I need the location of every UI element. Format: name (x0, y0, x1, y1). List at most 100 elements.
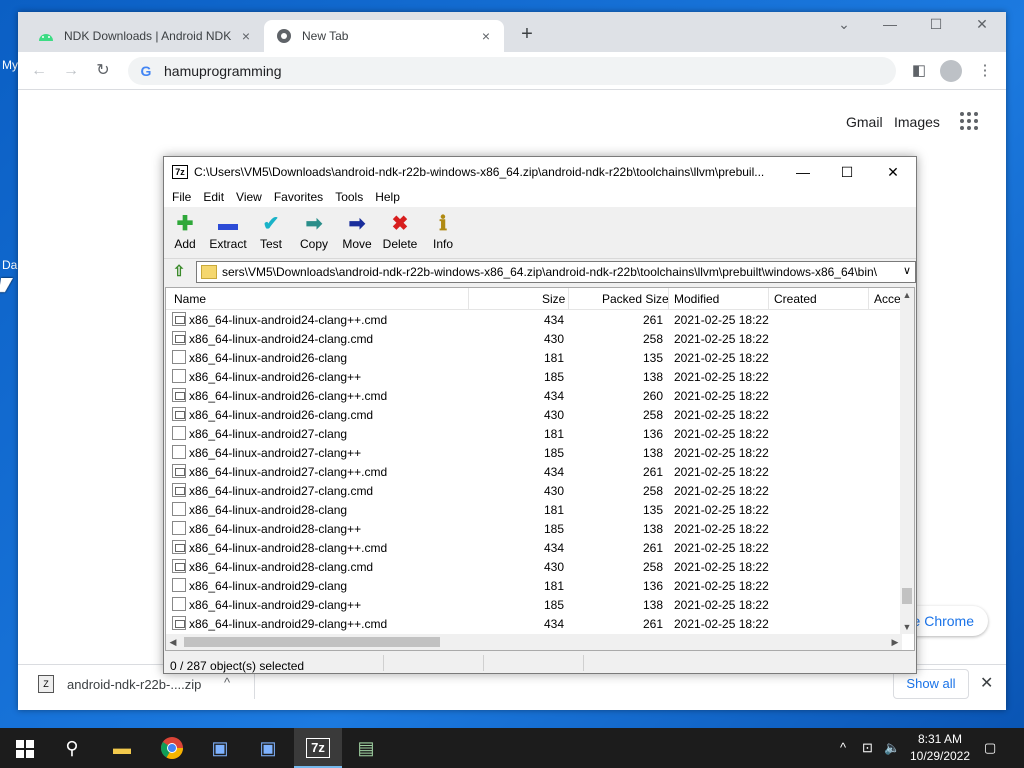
side-panel-icon[interactable]: ◧ (908, 60, 930, 82)
table-row[interactable]: x86_64-linux-android27-clang 181 136 2021-0… (166, 424, 902, 443)
file-name: x86_64-linux-android29-clang++ (189, 598, 362, 612)
table-row[interactable]: x86_64-linux-android29-clang++ 185 138 2021… (166, 595, 902, 614)
button-label: Copy (299, 237, 328, 251)
file-modified: 2021-02-25 18:22 (674, 522, 769, 536)
new-tab-button[interactable]: + (516, 24, 538, 46)
clock-date: 10/29/2022 (909, 749, 971, 763)
scrollbar-thumb[interactable] (902, 588, 912, 604)
address-bar[interactable]: G hamuprogramming (128, 57, 896, 85)
minimize-button[interactable]: — (780, 161, 826, 183)
close-window-button[interactable]: ✕ (960, 16, 1004, 38)
table-row[interactable]: x86_64-linux-android26-clang 181 135 2021-0… (166, 348, 902, 367)
close-tab-icon[interactable]: × (478, 28, 494, 44)
chevron-down-icon[interactable]: ∨ (903, 264, 911, 277)
sevenzip-icon[interactable]: 7z (294, 728, 342, 768)
sevenzip-title-bar: 7z C:\Users\VM5\Downloads\android-ndk-r2… (164, 157, 916, 187)
menu-tools[interactable]: Tools (329, 187, 369, 207)
table-row[interactable]: x86_64-linux-android28-clang++.cmd 434 261… (166, 538, 902, 557)
table-row[interactable]: x86_64-linux-android26-clang.cmd 430 258 20… (166, 405, 902, 424)
tab-new-tab[interactable]: New Tab × (264, 20, 504, 52)
reload-icon[interactable]: ↻ (92, 60, 114, 82)
add-button[interactable]: ✚ Add (164, 213, 206, 257)
file-name: x86_64-linux-android26-clang.cmd (189, 408, 374, 422)
tab-ndk-downloads[interactable]: NDK Downloads | Android NDK × (26, 20, 264, 52)
maximize-button[interactable]: ☐ (824, 161, 870, 183)
column-size[interactable]: Size (542, 292, 565, 306)
search-icon[interactable]: ⚲ (48, 728, 96, 768)
column-accessed[interactable]: Acce (874, 292, 901, 306)
profile-avatar-icon[interactable] (940, 60, 962, 82)
gmail-link[interactable]: Gmail (846, 114, 883, 130)
network-icon[interactable]: ⊡ (862, 740, 873, 756)
vertical-scrollbar[interactable]: ▲ ▼ (900, 288, 914, 634)
copy-button[interactable]: ➡ Copy (293, 213, 335, 257)
menu-view[interactable]: View (230, 187, 268, 207)
more-menu-icon[interactable]: ⋮ (974, 60, 996, 82)
file-size: 181 (543, 351, 564, 365)
column-packed-size[interactable]: Packed Size (602, 292, 669, 306)
scroll-right-arrow-icon[interactable]: ▶ (888, 634, 902, 650)
scrollbar-thumb[interactable] (184, 637, 440, 647)
scroll-left-arrow-icon[interactable]: ◀ (166, 634, 180, 650)
chrome-icon[interactable] (148, 728, 196, 768)
download-file-name[interactable]: android-ndk-r22b-....zip (67, 677, 201, 692)
chevron-up-icon[interactable]: ^ (840, 740, 846, 755)
move-button[interactable]: ➡ Move (336, 213, 378, 257)
tab-search-icon[interactable]: ⌄ (822, 16, 866, 38)
table-row[interactable]: x86_64-linux-android28-clang 181 135 2021-0… (166, 500, 902, 519)
horizontal-scrollbar[interactable]: ◀ ▶ (166, 634, 902, 650)
table-row[interactable]: x86_64-linux-android28-clang.cmd 430 258 20… (166, 557, 902, 576)
close-tab-icon[interactable]: × (238, 28, 254, 44)
test-button[interactable]: ✔ Test (250, 213, 292, 257)
file-packed-size: 260 (642, 389, 663, 403)
info-button[interactable]: ℹ Info (422, 213, 464, 257)
menu-file[interactable]: File (166, 187, 197, 207)
maximize-button[interactable]: ☐ (914, 16, 958, 38)
network-app-icon[interactable]: ▣ (196, 728, 244, 768)
table-row[interactable]: x86_64-linux-android26-clang++.cmd 434 260… (166, 386, 902, 405)
column-modified[interactable]: Modified (674, 292, 719, 306)
menu-help[interactable]: Help (369, 187, 406, 207)
table-row[interactable]: x86_64-linux-android28-clang++ 185 138 2021… (166, 519, 902, 538)
folder-up-icon[interactable]: ⇧ (170, 263, 188, 281)
app-window-icon[interactable]: ▤ (342, 728, 390, 768)
extract-button[interactable]: ▬ Extract (207, 213, 249, 257)
table-row[interactable]: x86_64-linux-android24-clang++.cmd 434 261… (166, 310, 902, 329)
notification-icon[interactable]: ▢ (984, 740, 996, 756)
delete-button[interactable]: ✖ Delete (379, 213, 421, 257)
desktop-label[interactable]: My (2, 58, 18, 72)
extract-icon: ▬ (218, 213, 238, 235)
column-name[interactable]: Name (174, 292, 206, 306)
volume-icon[interactable]: 🔈 (884, 740, 900, 756)
file-modified: 2021-02-25 18:22 (674, 427, 769, 441)
table-row[interactable]: x86_64-linux-android24-clang.cmd 430 258 20… (166, 329, 902, 348)
forward-arrow-icon[interactable]: → (60, 60, 82, 82)
scroll-up-arrow-icon[interactable]: ▲ (900, 288, 914, 302)
images-link[interactable]: Images (894, 114, 940, 130)
scroll-down-arrow-icon[interactable]: ▼ (900, 620, 914, 634)
sevenzip-logo-icon: 7z (172, 165, 188, 179)
table-row[interactable]: x86_64-linux-android27-clang++.cmd 434 261… (166, 462, 902, 481)
clock[interactable]: 8:31 AM 10/29/2022 (900, 731, 980, 765)
close-window-button[interactable]: ✕ (870, 161, 916, 183)
file-explorer-icon[interactable]: ▬ (98, 728, 146, 768)
file-modified: 2021-02-25 18:22 (674, 408, 769, 422)
close-download-bar-icon[interactable]: ✕ (980, 673, 993, 693)
google-apps-icon[interactable] (960, 112, 980, 132)
back-arrow-icon[interactable]: ← (28, 60, 50, 82)
network-app-icon-2[interactable]: ▣ (244, 728, 292, 768)
path-input[interactable]: sers\VM5\Downloads\android-ndk-r22b-wind… (196, 261, 916, 283)
table-row[interactable]: x86_64-linux-android29-clang 181 136 2021-0… (166, 576, 902, 595)
table-row[interactable]: x86_64-linux-android27-clang.cmd 430 258 20… (166, 481, 902, 500)
chevron-up-icon[interactable]: ^ (224, 675, 230, 690)
menu-edit[interactable]: Edit (197, 187, 230, 207)
table-row[interactable]: x86_64-linux-android29-clang++.cmd 434 261… (166, 614, 902, 633)
table-row[interactable]: x86_64-linux-android27-clang++ 185 138 2021… (166, 443, 902, 462)
desktop-label[interactable]: Da (2, 258, 17, 272)
start-button[interactable] (0, 728, 48, 768)
menu-favorites[interactable]: Favorites (268, 187, 329, 207)
column-created[interactable]: Created (774, 292, 817, 306)
address-text[interactable]: hamuprogramming (164, 63, 282, 79)
minimize-button[interactable]: — (868, 16, 912, 38)
table-row[interactable]: x86_64-linux-android26-clang++ 185 138 2021… (166, 367, 902, 386)
